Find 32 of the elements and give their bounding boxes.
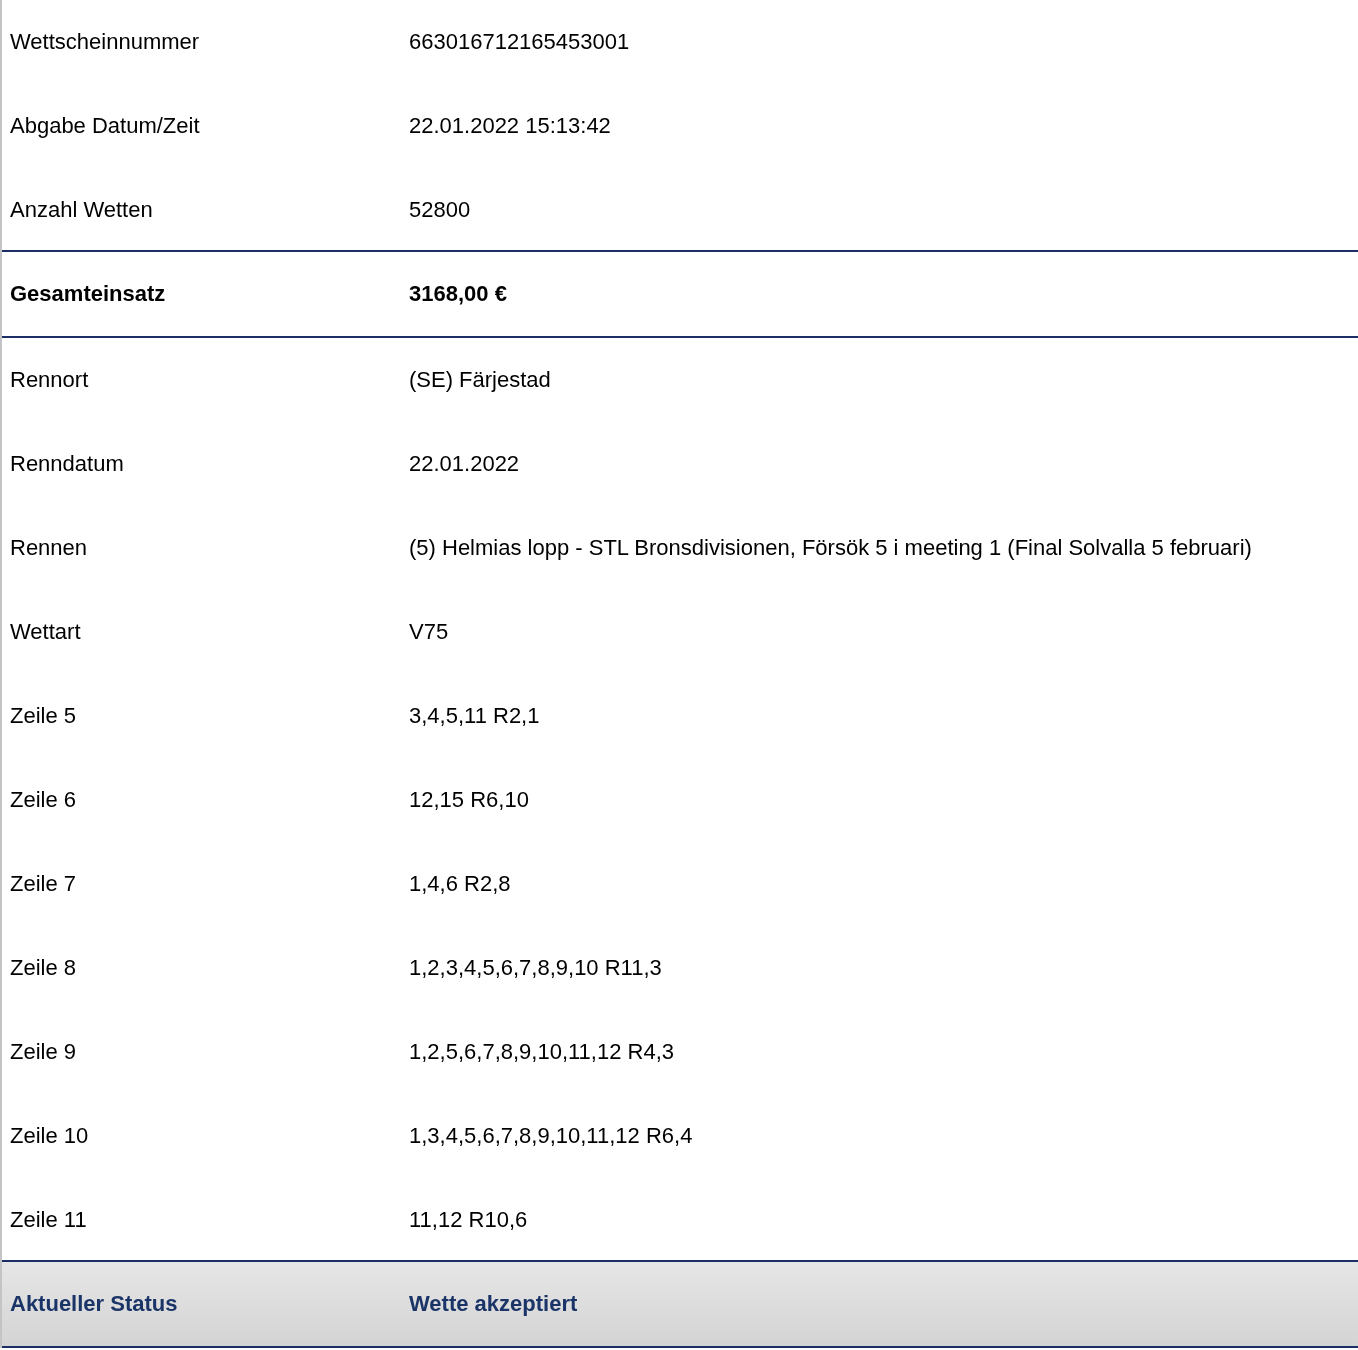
row-value: 1,2,5,6,7,8,9,10,11,12 R4,3 xyxy=(408,1039,676,1065)
row-label: Anzahl Wetten xyxy=(9,197,154,223)
row-label: Zeile 9 xyxy=(9,1039,78,1065)
row-label: Rennort xyxy=(9,367,90,393)
row-value: 22.01.2022 xyxy=(408,451,521,477)
row-label: Zeile 5 xyxy=(9,703,78,729)
row-label: Rennen xyxy=(9,535,89,561)
row-value: 11,12 R10,6 xyxy=(408,1207,529,1233)
row-value: 52800 xyxy=(408,197,472,223)
row-value: 3,4,5,11 R2,1 xyxy=(408,703,541,729)
row-value: (5) Helmias lopp - STL Bronsdivisionen, Försök 5 i meeting 1 (Final Solvalla 5 februari) xyxy=(408,535,1253,561)
row-value: 663016712165453001 xyxy=(408,29,631,55)
row-label: Abgabe Datum/Zeit xyxy=(9,113,201,139)
row-value: (SE) Färjestad xyxy=(408,367,552,393)
row-value: V75 xyxy=(408,619,450,645)
row-label: Wettscheinnummer xyxy=(9,29,201,55)
row-label: Zeile 10 xyxy=(9,1123,90,1149)
row-label: Renndatum xyxy=(9,451,125,477)
row-value: 3168,00 € xyxy=(408,281,508,307)
row-value: 12,15 R6,10 xyxy=(408,787,530,813)
row-value: Wette akzeptiert xyxy=(408,1291,579,1317)
row-label: Zeile 8 xyxy=(9,955,78,981)
row-value: 1,2,3,4,5,6,7,8,9,10 R11,3 xyxy=(408,955,663,981)
row-label: Wettart xyxy=(9,619,82,645)
row-value: 22.01.2022 15:13:42 xyxy=(408,113,612,139)
row-label: Zeile 6 xyxy=(9,787,78,813)
row-label: Gesamteinsatz xyxy=(9,281,167,307)
row-label: Zeile 7 xyxy=(9,871,78,897)
row-value: 1,4,6 R2,8 xyxy=(408,871,512,897)
row-value: 1,3,4,5,6,7,8,9,10,11,12 R6,4 xyxy=(408,1123,694,1149)
row-label: Aktueller Status xyxy=(9,1291,179,1317)
row-label: Zeile 11 xyxy=(9,1207,88,1233)
